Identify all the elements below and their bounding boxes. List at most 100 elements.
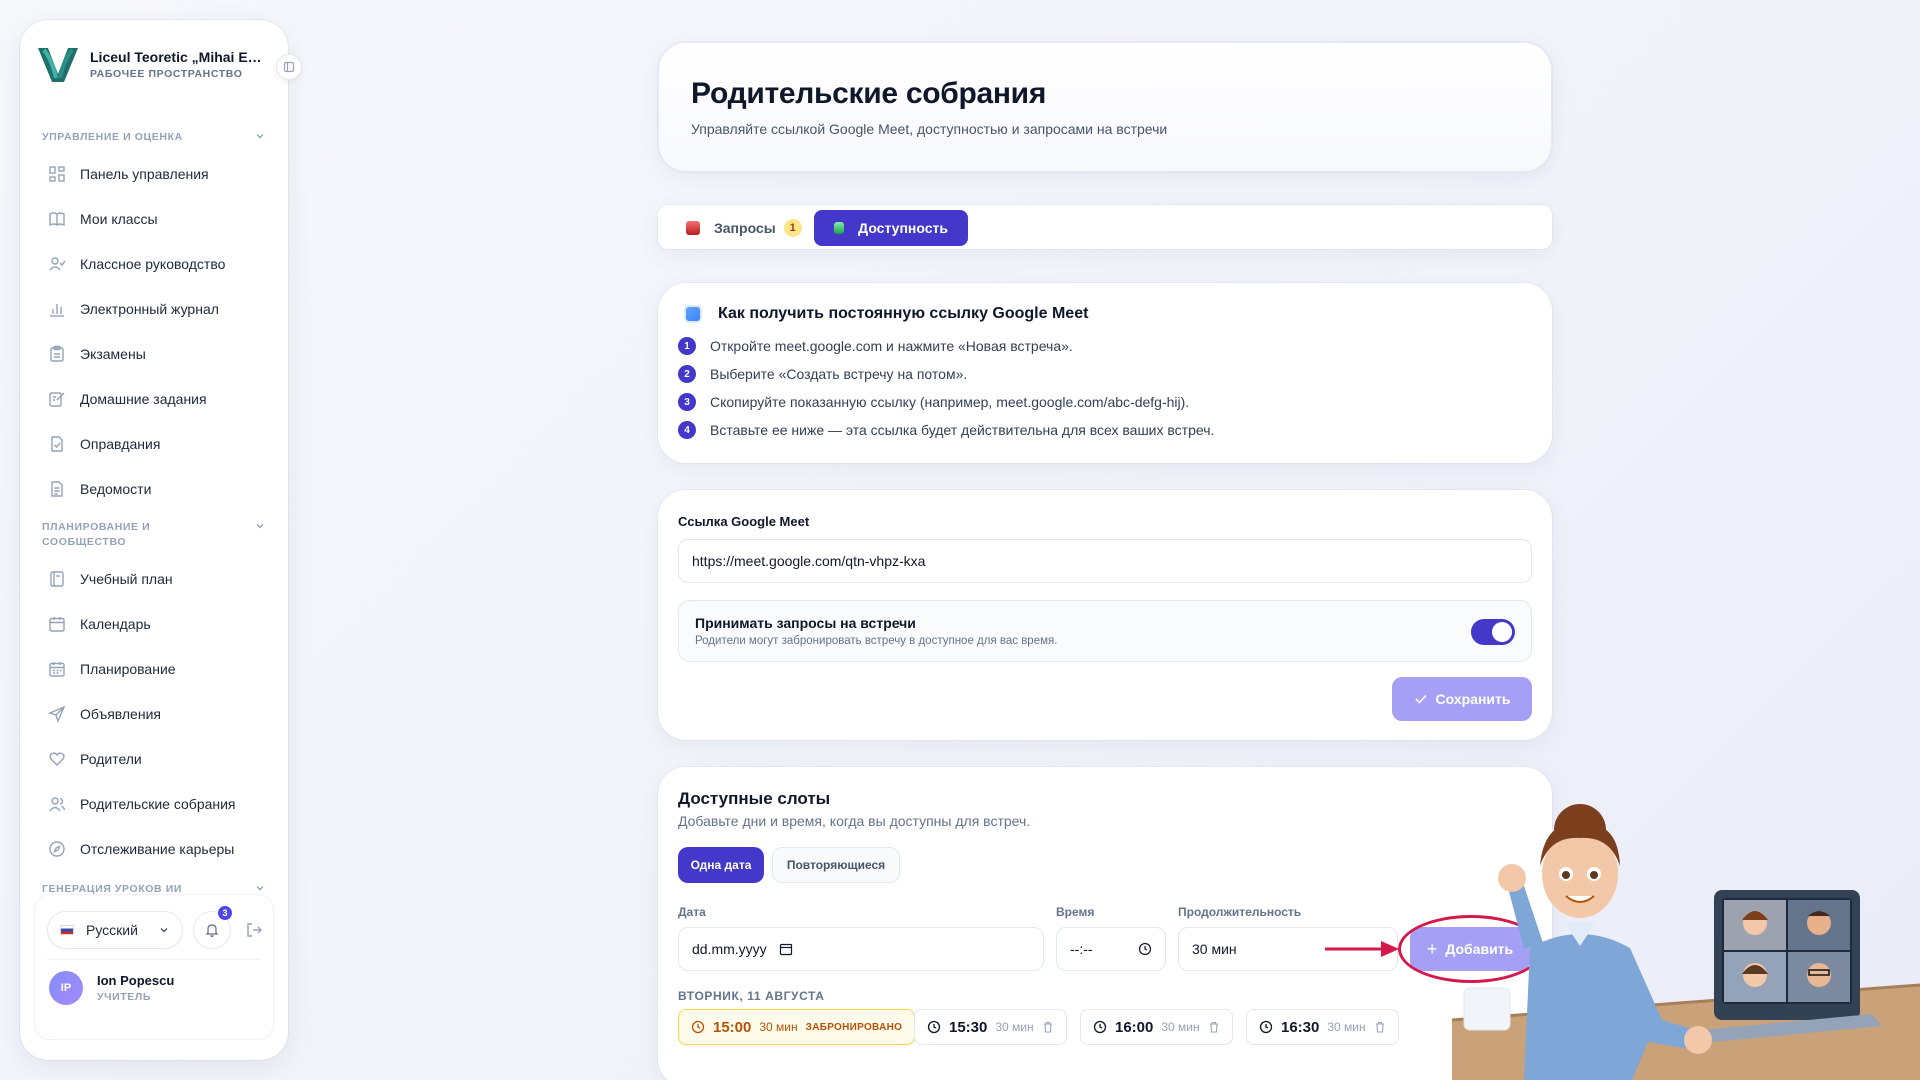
clock-icon bbox=[1093, 1020, 1107, 1034]
sidebar-item-reports[interactable]: Ведомости bbox=[48, 473, 151, 505]
step-text: Откройте meet.google.com и нажмите «Нова… bbox=[710, 338, 1073, 354]
language-selector[interactable]: Русский bbox=[47, 911, 183, 949]
panel-collapse-icon bbox=[283, 61, 295, 73]
step-number: 1 bbox=[678, 337, 696, 355]
tab-requests[interactable]: Запросы 1 bbox=[678, 210, 810, 246]
section-header-management[interactable]: УПРАВЛЕНИЕ И ОЦЕНКА bbox=[42, 130, 266, 145]
sidebar-item-label: Объявления bbox=[80, 706, 161, 722]
clock-icon bbox=[927, 1020, 941, 1034]
duration-value: 30 мин bbox=[1192, 941, 1237, 957]
date-input[interactable]: dd.mm.yyyy bbox=[678, 927, 1044, 971]
file-check-icon bbox=[51, 436, 63, 452]
info-icon bbox=[684, 305, 702, 323]
sidebar-item-calendar[interactable]: Календарь bbox=[48, 608, 151, 640]
users-icon bbox=[49, 797, 66, 812]
slots-subtitle: Добавьте дни и время, когда вы доступны … bbox=[678, 813, 1031, 829]
calendar-icon bbox=[779, 943, 792, 956]
chevron-down-icon bbox=[160, 928, 168, 933]
sidebar-item-label: Оправдания bbox=[80, 436, 161, 452]
meet-link-input[interactable] bbox=[678, 539, 1532, 583]
bell-icon bbox=[205, 924, 219, 937]
duration-label: Продолжительность bbox=[1178, 905, 1302, 919]
flag-icon bbox=[60, 925, 74, 935]
grid-icon bbox=[49, 166, 65, 182]
sidebar-item-excuses[interactable]: Оправдания bbox=[48, 428, 160, 460]
inbox-icon bbox=[686, 221, 700, 235]
mode-recurring[interactable]: Повторяющиеся bbox=[772, 847, 900, 883]
section-title: ПЛАНИРОВАНИЕ И СООБЩЕСТВО bbox=[42, 521, 151, 548]
calendar-icon bbox=[834, 222, 845, 234]
sidebar: Liceul Teoretic „Mihai Emi... РАБОЧЕЕ ПР… bbox=[20, 20, 288, 1060]
chevron-down-icon bbox=[256, 134, 264, 139]
heart-icon bbox=[49, 752, 65, 766]
user-profile[interactable]: IP Ion Popescu УЧИТЕЛЬ bbox=[49, 971, 174, 1005]
section-title: УПРАВЛЕНИЕ И ОЦЕНКА bbox=[42, 131, 183, 143]
mode-single-date[interactable]: Одна дата bbox=[678, 847, 764, 883]
notebook-icon bbox=[50, 571, 64, 587]
clipboard-icon bbox=[50, 345, 64, 362]
sidebar-collapse-button[interactable] bbox=[276, 54, 302, 80]
school-logo-icon bbox=[38, 48, 78, 82]
slot-duration: 30 мин bbox=[995, 1020, 1034, 1034]
accept-requests-toggle[interactable] bbox=[1471, 619, 1515, 645]
sidebar-item-my-classes[interactable]: Мои классы bbox=[48, 203, 158, 235]
sidebar-item-parent-meetings[interactable]: Родительские собрания bbox=[48, 788, 236, 820]
workspace-switcher[interactable]: Liceul Teoretic „Mihai Emi... РАБОЧЕЕ ПР… bbox=[34, 36, 274, 92]
workspace-name: Liceul Teoretic „Mihai Emi... bbox=[90, 48, 270, 65]
notification-count-badge: 3 bbox=[218, 906, 232, 920]
step-text: Выберите «Создать встречу на потом». bbox=[710, 366, 968, 382]
sidebar-item-label: Электронный журнал bbox=[80, 301, 219, 317]
trash-icon[interactable] bbox=[1042, 1021, 1054, 1033]
trash-icon[interactable] bbox=[1374, 1021, 1386, 1033]
user-name: Ion Popescu bbox=[97, 973, 175, 988]
sidebar-item-exams[interactable]: Экзамены bbox=[48, 338, 146, 370]
notifications-button[interactable]: 3 bbox=[193, 906, 232, 949]
slots-card: Доступные слоты Добавьте дни и время, ко… bbox=[658, 767, 1552, 1080]
section-header-planning[interactable]: ПЛАНИРОВАНИЕ И СООБЩЕСТВО bbox=[42, 520, 266, 550]
sidebar-item-label: Отслеживание карьеры bbox=[80, 841, 235, 857]
sidebar-item-label: Ведомости bbox=[80, 481, 152, 497]
trash-icon[interactable] bbox=[1208, 1021, 1220, 1033]
sidebar-item-label: Календарь bbox=[80, 616, 151, 632]
day-heading: ВТОРНИК, 11 АВГУСТА bbox=[678, 989, 825, 1003]
sidebar-item-label: Планирование bbox=[80, 661, 176, 677]
chevron-down-icon bbox=[256, 886, 264, 891]
clock-icon bbox=[1138, 942, 1152, 956]
sidebar-item-gradebook[interactable]: Электронный журнал bbox=[48, 293, 219, 325]
logout-icon[interactable] bbox=[245, 921, 263, 939]
howto-title: Как получить постоянную ссылку Google Me… bbox=[718, 305, 1089, 322]
sidebar-item-homework[interactable]: Домашние задания bbox=[48, 383, 207, 415]
arrow-annotation-icon bbox=[1325, 941, 1399, 957]
sidebar-item-career-tracking[interactable]: Отслеживание карьеры bbox=[48, 833, 234, 865]
calendar-grid-icon bbox=[49, 662, 65, 677]
sidebar-item-label: Классное руководство bbox=[80, 256, 226, 272]
sidebar-item-curriculum[interactable]: Учебный план bbox=[48, 563, 173, 595]
step-text: Вставьте ее ниже — эта ссылка будет дейс… bbox=[710, 422, 1215, 438]
tab-availability[interactable]: Доступность bbox=[814, 210, 968, 246]
workspace-subtitle: РАБОЧЕЕ ПРОСТРАНСТВО bbox=[90, 67, 243, 80]
page-title: Родительские собрания bbox=[691, 77, 1047, 110]
save-button[interactable]: Сохранить bbox=[1392, 677, 1532, 721]
slot-chip[interactable]: 16:30 30 мин bbox=[1246, 1009, 1399, 1045]
slot-chip[interactable]: 16:00 30 мин bbox=[1080, 1009, 1233, 1045]
howto-step: 3 Скопируйте показанную ссылку (например… bbox=[678, 393, 1189, 411]
chevron-down-icon bbox=[256, 524, 264, 529]
step-number: 4 bbox=[678, 421, 696, 439]
sidebar-item-announcements[interactable]: Объявления bbox=[48, 698, 161, 730]
slot-chip[interactable]: 15:00 30 мин ЗАБРОНИРОВАНО bbox=[678, 1009, 916, 1045]
compass-icon bbox=[49, 841, 65, 857]
sidebar-item-label: Панель управления bbox=[80, 166, 209, 182]
save-label: Сохранить bbox=[1435, 691, 1511, 707]
sidebar-item-scheduling[interactable]: Планирование bbox=[48, 653, 176, 685]
time-input[interactable]: --:-- bbox=[1056, 927, 1166, 971]
slot-duration: 30 мин bbox=[1327, 1020, 1366, 1034]
page-subtitle: Управляйте ссылкой Google Meet, доступно… bbox=[691, 121, 1168, 137]
date-label: Дата bbox=[678, 905, 706, 919]
clock-icon bbox=[691, 1020, 705, 1034]
avatar: IP bbox=[49, 971, 83, 1005]
slot-chip[interactable]: 15:30 30 мин bbox=[914, 1009, 1067, 1045]
booked-badge: ЗАБРОНИРОВАНО bbox=[805, 1021, 903, 1033]
sidebar-item-parents[interactable]: Родители bbox=[48, 743, 142, 775]
sidebar-item-dashboard[interactable]: Панель управления bbox=[48, 158, 209, 190]
sidebar-item-homeroom[interactable]: Классное руководство bbox=[48, 248, 225, 280]
